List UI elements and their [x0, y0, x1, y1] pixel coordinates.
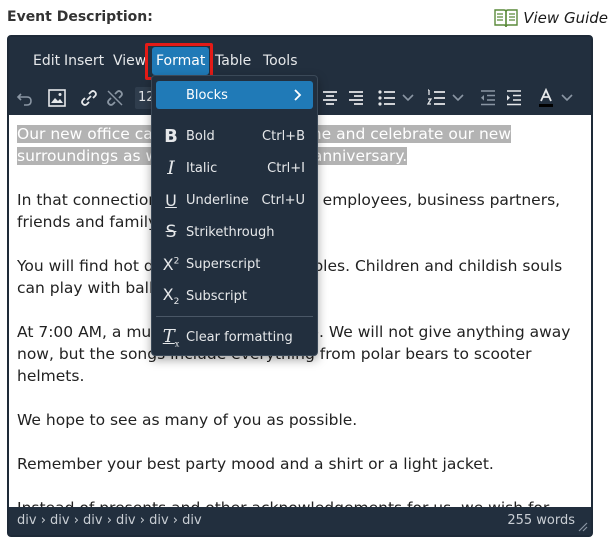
format-menu-blocks[interactable]: Blocks	[156, 81, 313, 109]
format-menu-clear-formatting[interactable]: Tx Clear formatting	[156, 323, 313, 351]
numbered-list-button[interactable]	[424, 85, 450, 111]
guide-book-icon	[494, 9, 518, 28]
editor-statusbar: div › div › div › div › div › div 255 wo…	[9, 507, 591, 535]
indent-icon	[507, 90, 521, 106]
bullet-list-button[interactable]	[374, 85, 400, 111]
format-menu-superscript[interactable]: X2 Superscript	[156, 250, 313, 278]
text-color-dropdown[interactable]	[559, 85, 575, 111]
superscript-icon: X2	[162, 254, 180, 274]
selected-text: Our new office cal	[17, 125, 158, 143]
outdent-icon	[481, 90, 495, 106]
resize-handle-icon[interactable]	[578, 522, 588, 532]
clear-formatting-icon: Tx	[162, 325, 180, 349]
view-guide-link[interactable]: View Guide	[494, 8, 608, 28]
indent-button[interactable]	[501, 85, 527, 111]
chevron-down-icon	[452, 94, 464, 102]
field-header: Event Description: View Guide	[0, 0, 615, 34]
word-count[interactable]: 255 words	[507, 513, 575, 528]
insert-link-button[interactable]	[76, 85, 102, 111]
menu-tools[interactable]: Tools	[259, 47, 302, 75]
outdent-button[interactable]	[475, 85, 501, 111]
view-guide-label: View Guide	[523, 9, 608, 27]
remove-link-button[interactable]	[102, 85, 128, 111]
undo-icon	[16, 93, 32, 106]
field-label: Event Description:	[7, 9, 153, 25]
text-color-icon	[539, 88, 553, 107]
underline-icon: U	[165, 190, 177, 210]
menu-separator	[156, 316, 313, 317]
link-icon	[81, 90, 97, 106]
paragraph: Instead of presents and other acknowledg…	[17, 497, 583, 507]
format-menu-subscript[interactable]: X2 Subscript	[156, 282, 313, 310]
align-right-icon	[349, 91, 363, 105]
bold-icon: B	[164, 125, 178, 147]
undo-button[interactable]	[12, 85, 38, 111]
format-menu-bold[interactable]: B Bold Ctrl+B	[156, 122, 313, 150]
menu-insert[interactable]: Insert	[60, 47, 108, 75]
chevron-down-icon	[402, 94, 414, 102]
chevron-down-icon	[561, 94, 573, 102]
insert-image-button[interactable]	[44, 85, 70, 111]
text-color-button[interactable]	[533, 85, 559, 111]
align-center-button[interactable]	[317, 85, 343, 111]
image-icon	[48, 89, 66, 107]
menu-table[interactable]: Table	[211, 47, 255, 75]
align-right-button[interactable]	[343, 85, 369, 111]
strikethrough-icon: S	[165, 222, 177, 242]
chevron-right-icon	[294, 89, 302, 101]
element-path[interactable]: div › div › div › div › div › div	[17, 513, 202, 528]
paragraph: Remember your best party mood and a shir…	[17, 455, 494, 473]
format-menu: Blocks B Bold Ctrl+B I Italic Ctrl+I U U…	[151, 75, 318, 356]
format-menu-strikethrough[interactable]: S Strikethrough	[156, 218, 313, 246]
numbered-list-dropdown[interactable]	[450, 85, 466, 111]
bullet-list-icon	[378, 90, 395, 106]
menu-edit[interactable]: Edit	[29, 47, 64, 75]
italic-icon: I	[167, 157, 175, 179]
unlink-icon	[107, 90, 123, 106]
subscript-icon: X2	[162, 284, 180, 308]
format-menu-italic[interactable]: I Italic Ctrl+I	[156, 154, 313, 182]
paragraph: We hope to see as many of you as possibl…	[17, 411, 358, 429]
bullet-list-dropdown[interactable]	[400, 85, 416, 111]
align-center-icon	[323, 91, 337, 105]
menu-format[interactable]: Format	[152, 47, 209, 75]
numbered-list-icon	[427, 89, 445, 105]
format-menu-underline[interactable]: U Underline Ctrl+U	[156, 186, 313, 214]
